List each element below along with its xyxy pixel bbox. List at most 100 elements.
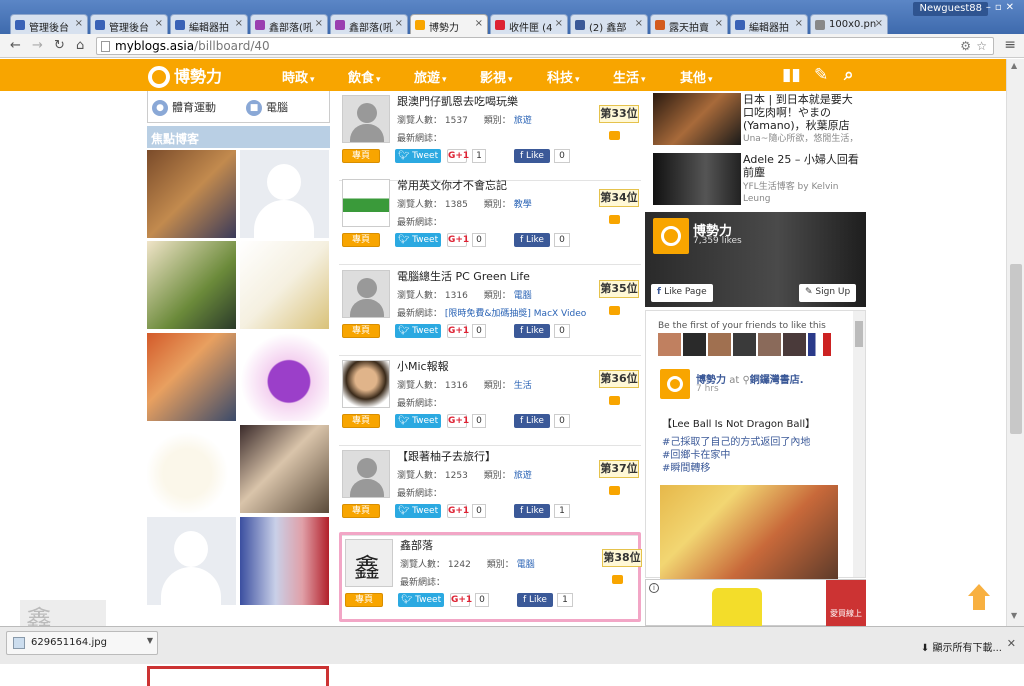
tab-close-icon[interactable]: × (475, 18, 483, 29)
blog-thumbnail[interactable] (342, 360, 390, 408)
latest-post-link[interactable]: [限時免費&加碼抽獎] MacX Video (445, 309, 586, 319)
fb-like-page-button[interactable]: f Like Page (651, 284, 713, 302)
homepage-button[interactable]: 專頁 (342, 324, 380, 338)
friend-avatar[interactable] (783, 333, 806, 356)
blogger-avatar[interactable] (240, 517, 329, 605)
friend-avatar[interactable] (708, 333, 731, 356)
blog-thumbnail[interactable] (342, 450, 390, 498)
nav-item-other[interactable]: 其他 (680, 67, 713, 86)
article-title[interactable]: Adele 25 – 小婦人回看前塵 (743, 153, 861, 179)
browser-tab[interactable]: 博勢力 × (410, 14, 488, 34)
nav-item-life[interactable]: 生活 (613, 67, 646, 86)
scroll-down-icon[interactable]: ▼ (1011, 611, 1017, 620)
page-logo-icon[interactable] (653, 218, 689, 254)
facebook-like-button[interactable]: f Like (514, 414, 550, 428)
share-icon[interactable] (609, 396, 620, 405)
tab-close-icon[interactable]: × (395, 18, 403, 29)
category-link[interactable]: 教學 (514, 200, 532, 210)
forward-icon[interactable]: → (32, 38, 43, 54)
category-link[interactable]: 電腦 (514, 291, 532, 301)
blogger-avatar[interactable] (147, 241, 236, 329)
tweet-button[interactable]: 🐦︎ Tweet (398, 593, 444, 607)
friend-avatar[interactable] (808, 333, 831, 356)
browser-tab[interactable]: 管理後台 × (90, 14, 168, 34)
blog-title[interactable]: 跟澳門仔凱恩去吃喝玩樂 (397, 93, 518, 109)
tweet-button[interactable]: 🐦︎ Tweet (395, 233, 441, 247)
gplus-button[interactable]: G+1 (450, 593, 472, 607)
close-icon[interactable]: ✕ (1007, 637, 1016, 650)
blog-title[interactable]: 常用英文你才不會忘記 (397, 177, 507, 193)
post-hashtag[interactable]: #瞬間轉移 (662, 459, 710, 474)
blog-title[interactable]: 小Mic報報 (397, 358, 449, 374)
tab-close-icon[interactable]: × (555, 18, 563, 29)
share-icon[interactable] (612, 575, 623, 584)
blog-thumbnail[interactable] (342, 95, 390, 143)
tab-close-icon[interactable]: × (315, 18, 323, 29)
chevron-down-icon[interactable]: ▼ (147, 636, 153, 645)
home-icon[interactable]: ⌂ (76, 38, 84, 54)
scroll-thumb[interactable] (1010, 264, 1022, 434)
gplus-button[interactable]: G+1 (447, 504, 469, 518)
nav-item-film[interactable]: 影視 (480, 67, 513, 86)
post-place[interactable]: 銅鑼灣書店. (750, 375, 804, 386)
facebook-like-button[interactable]: f Like (514, 149, 550, 163)
homepage-button[interactable]: 專頁 (342, 149, 380, 163)
blogger-avatar[interactable] (240, 241, 329, 329)
category-link[interactable]: 電腦 (517, 560, 535, 570)
tweet-button[interactable]: 🐦︎ Tweet (395, 324, 441, 338)
gplus-button[interactable]: G+1 (447, 414, 469, 428)
article-card[interactable]: 日本 | 到日本就是要大口吃肉啊！やまの (Yamano)，秋葉原店 Una~隨… (653, 91, 863, 147)
share-icon[interactable] (609, 131, 620, 140)
reload-icon[interactable]: ↻ (54, 38, 65, 54)
facebook-like-button[interactable]: f Like (514, 233, 550, 247)
homepage-button[interactable]: 專頁 (342, 414, 380, 428)
feed-scroll-thumb[interactable] (855, 321, 863, 347)
browser-tab[interactable]: 管理後台 × (10, 14, 88, 34)
share-icon[interactable] (609, 215, 620, 224)
post-avatar-icon[interactable] (660, 369, 690, 399)
category-link[interactable]: 生活 (514, 381, 532, 391)
category-link[interactable]: 旅遊 (514, 471, 532, 481)
homepage-button[interactable]: 專頁 (345, 593, 383, 607)
tab-close-icon[interactable]: × (715, 18, 723, 29)
blogger-avatar[interactable] (240, 150, 329, 238)
download-item[interactable]: 629651164.jpg ▼ (6, 631, 158, 655)
nav-item-food[interactable]: 飲食 (348, 67, 381, 86)
gplus-button[interactable]: G+1 (447, 149, 469, 163)
tab-close-icon[interactable]: × (635, 18, 643, 29)
facebook-like-button[interactable]: f Like (514, 504, 550, 518)
browser-tab[interactable]: 編輯器拍 × (170, 14, 248, 34)
profile-button[interactable]: Newguest88 (913, 2, 988, 16)
blogger-avatar[interactable] (240, 425, 329, 513)
tab-close-icon[interactable]: × (795, 18, 803, 29)
post-time[interactable]: 7 hrs (696, 384, 719, 394)
tab-close-icon[interactable]: × (75, 18, 83, 29)
url-input[interactable]: myblogs.asia/billboard/40 ⚙ ☆ (96, 37, 994, 55)
show-all-downloads-link[interactable]: ⬇ 顯示所有下載... (921, 639, 1002, 654)
homepage-button[interactable]: 專頁 (342, 504, 380, 518)
blog-thumbnail[interactable] (342, 179, 390, 227)
gplus-button[interactable]: G+1 (447, 233, 469, 247)
blog-title[interactable]: 鑫部落 (400, 537, 433, 553)
ad-info-icon[interactable]: i (649, 583, 659, 593)
share-icon[interactable] (609, 306, 620, 315)
page-scrollbar[interactable]: ▲ ▼ (1006, 59, 1024, 626)
facebook-like-button[interactable]: f Like (517, 593, 553, 607)
friend-avatar[interactable] (733, 333, 756, 356)
blogger-avatar[interactable] (147, 333, 236, 421)
browser-tab[interactable]: 露天拍賣 × (650, 14, 728, 34)
extension-icon[interactable]: ⚙ (960, 39, 971, 53)
tab-close-icon[interactable]: × (155, 18, 163, 29)
browser-tab[interactable]: 編輯器拍 × (730, 14, 808, 34)
blogger-avatar[interactable] (240, 333, 329, 421)
blogger-avatar[interactable] (147, 150, 236, 238)
window-controls[interactable]: –▫✕ (986, 2, 1018, 13)
back-icon[interactable]: ← (10, 38, 21, 54)
tab-close-icon[interactable]: × (235, 18, 243, 29)
blogger-avatar[interactable] (147, 425, 236, 513)
browser-tab[interactable]: 100x0.pn × (810, 14, 888, 34)
nav-item-politics[interactable]: 時政 (282, 67, 315, 86)
fb-sign-up-button[interactable]: ✎ Sign Up (799, 284, 857, 302)
nav-item-travel[interactable]: 旅遊 (414, 67, 447, 86)
site-logo[interactable]: 博勢力 (148, 63, 222, 88)
